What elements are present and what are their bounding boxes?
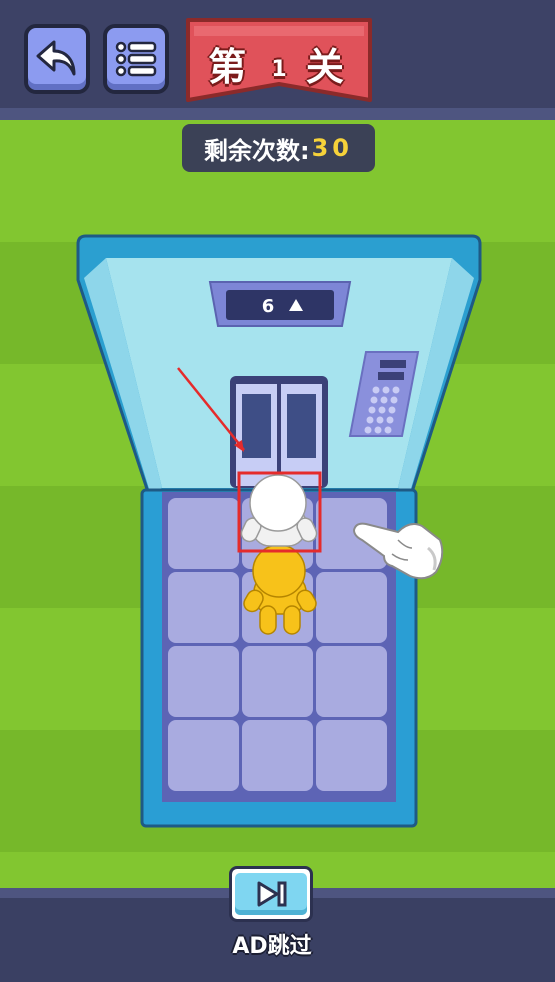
exit-door-window-right <box>287 394 316 458</box>
floor-number: 6 <box>262 296 275 317</box>
floor-tile[interactable] <box>242 646 313 717</box>
elevator-scene: 6 <box>76 234 482 828</box>
panel-screen-2 <box>378 372 404 380</box>
floor-tile[interactable] <box>168 646 239 717</box>
ad-skip-button-face <box>235 873 307 915</box>
floor-tile[interactable] <box>168 498 239 569</box>
ad-skip-label: AD跳过 <box>232 934 312 959</box>
skip-next-icon <box>257 881 287 907</box>
ad-skip-button[interactable] <box>229 866 313 922</box>
floor-tile[interactable] <box>316 646 387 717</box>
floor-tile[interactable] <box>168 572 239 643</box>
panel-screen-1 <box>380 360 406 368</box>
floor-tile[interactable] <box>316 572 387 643</box>
floor-tile[interactable] <box>242 720 313 791</box>
floor-tile[interactable] <box>168 720 239 791</box>
floor-display-screen <box>226 290 334 320</box>
floor-tile[interactable] <box>316 720 387 791</box>
exit-door-window-left <box>242 394 271 458</box>
